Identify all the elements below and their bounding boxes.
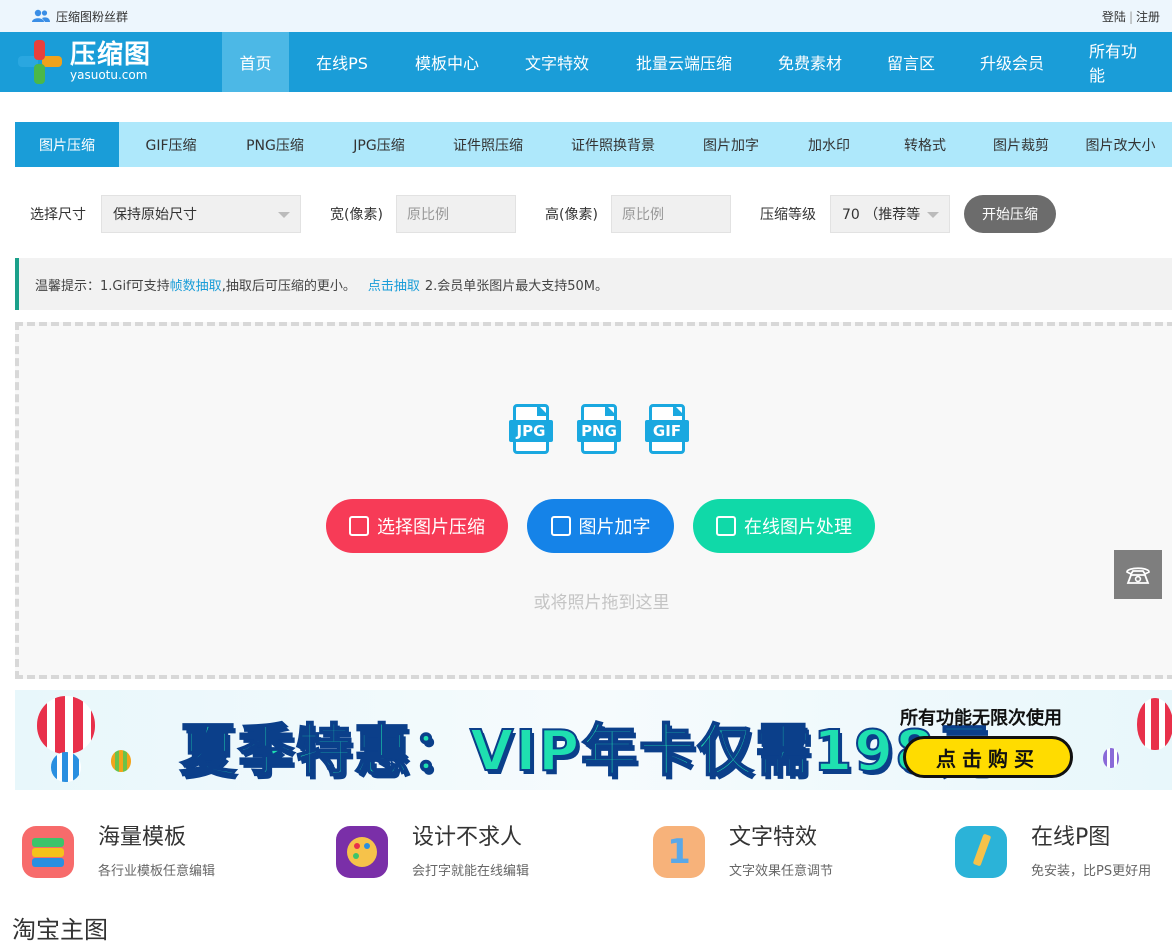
nav-text-effects[interactable]: 文字特效	[499, 32, 615, 92]
select-image-button[interactable]: 选择图片压缩	[326, 499, 508, 553]
top-bar: 压缩图粉丝群 登陆 | 注册	[0, 0, 1172, 32]
online-edit-label: 在线图片处理	[744, 517, 852, 538]
level-select[interactable]: 70 （推荐等	[830, 195, 950, 233]
palette-icon	[336, 826, 388, 878]
add-text-label: 图片加字	[578, 517, 651, 538]
feature-title: 在线P图	[1031, 825, 1111, 850]
feature-title: 文字特效	[729, 825, 818, 850]
feature-list: 海量模板各行业模板任意编辑 设计不求人会打字就能在线编辑 1 文字特效文字效果任…	[0, 820, 1172, 890]
level-select-value: 70 （推荐等	[842, 207, 921, 223]
logo-domain: yasuotu.com	[70, 68, 148, 82]
phone-icon	[1126, 566, 1150, 584]
level-label: 压缩等级	[760, 207, 816, 223]
online-edit-button[interactable]: 在线图片处理	[693, 499, 875, 553]
tab-id-photo-compress[interactable]: 证件照压缩	[431, 122, 545, 167]
png-file-icon: PNG	[577, 404, 621, 456]
frame-extract-link[interactable]: 帧数抽取	[170, 275, 222, 294]
balloon-icon	[37, 696, 95, 754]
feature-desc: 会打字就能在线编辑	[412, 864, 530, 879]
chevron-down-icon	[927, 212, 939, 218]
width-input[interactable]	[396, 195, 516, 233]
add-text-button[interactable]: 图片加字	[527, 499, 674, 553]
tip-middle: ,抽取后可压缩的更小。	[221, 278, 356, 294]
balloon-icon	[51, 752, 81, 782]
edit-icon	[550, 516, 571, 536]
jpg-file-icon: JPG	[509, 404, 553, 456]
tip-bar: 温馨提示：1.Gif可支持 帧数抽取 ,抽取后可压缩的更小。 点击抽取 2.会员单张图片…	[15, 258, 1172, 310]
select-image-label: 选择图片压缩	[377, 517, 485, 538]
tip-suffix: 2.会员单张图片最大支持50M。	[424, 278, 609, 294]
tab-image-compress[interactable]: 图片压缩	[15, 122, 119, 167]
nav-free-assets[interactable]: 免费素材	[753, 32, 867, 92]
login-link[interactable]: 登陆	[1102, 10, 1126, 24]
pencil-icon	[955, 826, 1007, 878]
nav-home[interactable]: 首页	[222, 32, 289, 92]
height-label: 高(像素)	[545, 207, 598, 223]
fan-group-link[interactable]: 压缩图粉丝群	[32, 8, 128, 25]
tab-resize[interactable]: 图片改大小	[1069, 122, 1172, 167]
vip-promo-banner[interactable]: 夏季特惠：VIP年卡仅需198元 所有功能无限次使用 点击购买	[15, 690, 1172, 790]
chevron-down-icon	[278, 212, 290, 218]
size-select[interactable]: 保持原始尺寸	[101, 195, 301, 233]
feature-title: 海量模板	[98, 825, 187, 850]
feature-desc: 文字效果任意调节	[729, 864, 834, 879]
feature-desc: 各行业模板任意编辑	[98, 864, 216, 879]
start-compress-button[interactable]: 开始压缩	[964, 195, 1056, 233]
logo-name: 压缩图	[70, 40, 152, 70]
tab-crop[interactable]: 图片裁剪	[973, 122, 1069, 167]
tip-prefix: 温馨提示：1.Gif可支持	[35, 278, 170, 294]
drag-hint: 或将照片拖到这里	[533, 593, 670, 613]
tool-tabs: 图片压缩 GIF压缩 PNG压缩 JPG压缩 证件照压缩 证件照换背景 图片加字…	[15, 122, 1172, 167]
feature-text-effects[interactable]: 1 文字特效文字效果任意调节	[653, 820, 833, 879]
image-add-icon	[349, 516, 369, 536]
nav-all-features[interactable]: 所有功能	[1069, 32, 1172, 92]
tab-watermark[interactable]: 加水印	[781, 122, 877, 167]
register-link[interactable]: 注册	[1136, 10, 1160, 24]
file-type-icons: JPG PNG GIF	[509, 404, 689, 456]
fan-group-label: 压缩图粉丝群	[56, 9, 129, 24]
click-extract-link[interactable]: 点击抽取	[368, 275, 420, 294]
users-icon	[32, 9, 50, 22]
feature-online-p[interactable]: 在线P图免安装，比PS更好用	[955, 820, 1151, 879]
tab-id-photo-background[interactable]: 证件照换背景	[545, 122, 681, 167]
site-logo[interactable]: 压缩图 yasuotu.com	[0, 40, 222, 84]
tab-gif-compress[interactable]: GIF压缩	[119, 122, 223, 167]
feature-templates[interactable]: 海量模板各行业模板任意编辑	[22, 820, 215, 879]
gif-file-icon: GIF	[645, 404, 689, 456]
layers-icon	[22, 826, 74, 878]
promo-subtitle: 所有功能无限次使用	[900, 708, 1062, 729]
number-one-icon: 1	[653, 826, 705, 878]
logo-cross-icon	[18, 40, 62, 84]
nav-batch-compress[interactable]: 批量云端压缩	[615, 32, 753, 92]
nav-online-ps[interactable]: 在线PS	[289, 32, 395, 92]
nav-templates[interactable]: 模板中心	[395, 32, 499, 92]
contact-phone-button[interactable]	[1114, 550, 1162, 599]
height-input[interactable]	[611, 195, 731, 233]
feature-design[interactable]: 设计不求人会打字就能在线编辑	[336, 820, 529, 879]
main-nav: 压缩图 yasuotu.com 首页 在线PS 模板中心 文字特效 批量云端压缩…	[0, 32, 1172, 92]
balloon-icon	[1103, 748, 1119, 768]
tab-add-text[interactable]: 图片加字	[681, 122, 781, 167]
tab-png-compress[interactable]: PNG压缩	[223, 122, 327, 167]
feature-desc: 免安装，比PS更好用	[1031, 864, 1152, 879]
photo-edit-icon	[716, 516, 736, 536]
feature-title: 设计不求人	[412, 825, 523, 850]
promo-headline: 夏季特惠：VIP年卡仅需198元	[179, 718, 995, 785]
compress-options: 选择尺寸 保持原始尺寸 宽(像素) 高(像素) 压缩等级 70 （推荐等 开始压…	[30, 195, 1056, 233]
auth-links: 登陆 | 注册	[1102, 8, 1160, 25]
balloon-icon	[111, 750, 131, 772]
balloon-icon	[1137, 698, 1172, 750]
nav-message-board[interactable]: 留言区	[867, 32, 955, 92]
size-label: 选择尺寸	[30, 207, 86, 223]
tab-jpg-compress[interactable]: JPG压缩	[327, 122, 431, 167]
buy-now-button[interactable]: 点击购买	[903, 736, 1073, 778]
upload-dropzone[interactable]: JPG PNG GIF 选择图片压缩 图片加字 在线图片处理 或将照片拖到这里	[15, 322, 1172, 679]
nav-upgrade-vip[interactable]: 升级会员	[955, 32, 1069, 92]
auth-separator: |	[1128, 9, 1133, 24]
size-select-value: 保持原始尺寸	[113, 207, 197, 223]
tab-convert-format[interactable]: 转格式	[877, 122, 973, 167]
width-label: 宽(像素)	[330, 207, 383, 223]
